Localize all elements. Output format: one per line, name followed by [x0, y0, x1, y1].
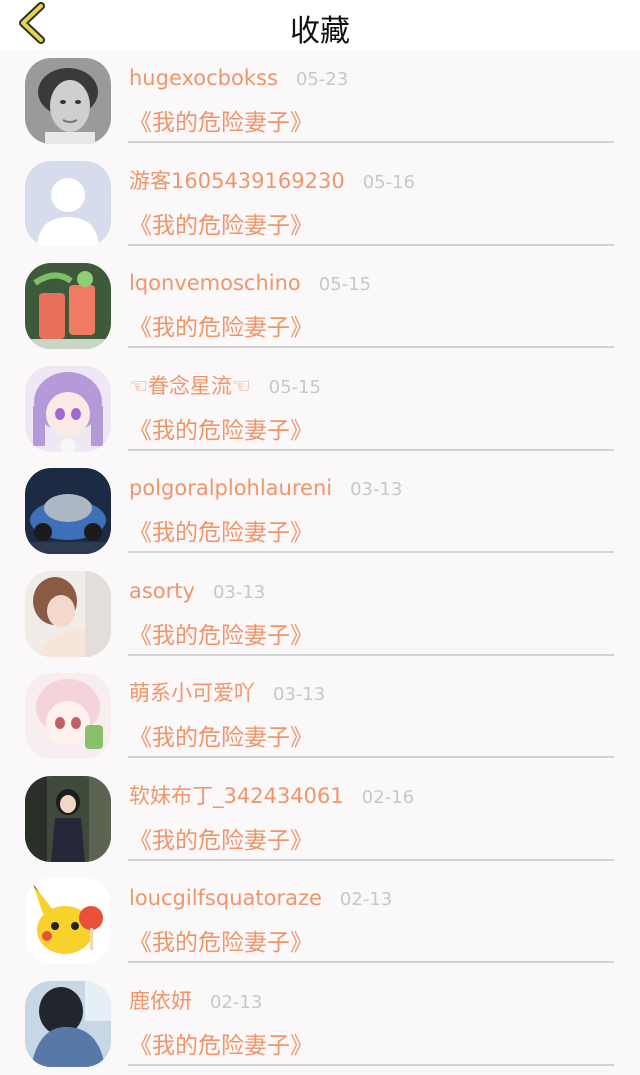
username[interactable]: ☜眷念星流☜	[129, 371, 251, 401]
username[interactable]: hugexocbokss	[129, 63, 278, 93]
username[interactable]: loucgilfsquatoraze	[129, 883, 322, 913]
divider	[128, 961, 614, 963]
user-info: loucgilfsquatoraze 02-13	[129, 883, 392, 915]
avatar[interactable]	[25, 673, 111, 759]
date-label: 03-13	[273, 680, 325, 710]
avatar[interactable]	[25, 58, 111, 144]
work-title-link[interactable]: 《我的危险妻子》	[129, 1031, 313, 1061]
list-item[interactable]: hugexocbokss 05-23 《我的危险妻子》	[0, 50, 640, 153]
work-title-link[interactable]: 《我的危险妻子》	[129, 826, 313, 856]
user-info: 鹿依妍 02-13	[129, 986, 262, 1018]
date-label: 03-13	[213, 578, 265, 608]
divider	[128, 141, 614, 143]
divider	[128, 654, 614, 656]
date-label: 02-13	[340, 885, 392, 915]
avatar[interactable]	[25, 571, 111, 657]
username[interactable]: 游客1605439169230	[129, 166, 345, 196]
work-title-link[interactable]: 《我的危险妻子》	[129, 416, 313, 446]
list-item[interactable]: 鹿依妍 02-13 《我的危险妻子》	[0, 973, 640, 1075]
username[interactable]: polgoralplohlaureni	[129, 473, 332, 503]
user-info: 萌系小可爱吖 03-13	[129, 678, 325, 710]
user-info: lqonvemoschino 05-15	[129, 268, 371, 300]
list-item[interactable]: polgoralplohlaureni 03-13 《我的危险妻子》	[0, 460, 640, 563]
divider	[128, 756, 614, 758]
favorites-list: hugexocbokss 05-23 《我的危险妻子》 游客1605439169…	[0, 50, 640, 1075]
list-item[interactable]: ☜眷念星流☜ 05-15 《我的危险妻子》	[0, 358, 640, 461]
date-label: 05-23	[296, 65, 348, 95]
avatar[interactable]	[25, 776, 111, 862]
work-title-link[interactable]: 《我的危险妻子》	[129, 211, 313, 241]
list-item[interactable]: 软妹布丁_342434061 02-16 《我的危险妻子》	[0, 768, 640, 871]
divider	[128, 346, 614, 348]
avatar[interactable]	[25, 981, 111, 1067]
list-item[interactable]: asorty 03-13 《我的危险妻子》	[0, 563, 640, 666]
date-label: 02-16	[362, 783, 414, 813]
user-info: asorty 03-13	[129, 576, 265, 608]
date-label: 05-16	[363, 168, 415, 198]
nav-bar: 收藏	[0, 0, 640, 50]
list-item[interactable]: 游客1605439169230 05-16 《我的危险妻子》	[0, 153, 640, 256]
avatar[interactable]	[25, 878, 111, 964]
list-item[interactable]: loucgilfsquatoraze 02-13 《我的危险妻子》	[0, 870, 640, 973]
divider	[128, 449, 614, 451]
avatar[interactable]	[25, 161, 111, 247]
date-label: 05-15	[319, 270, 371, 300]
username[interactable]: 鹿依妍	[129, 986, 192, 1016]
list-item[interactable]: lqonvemoschino 05-15 《我的危险妻子》	[0, 255, 640, 358]
work-title-link[interactable]: 《我的危险妻子》	[129, 723, 313, 753]
date-label: 02-13	[210, 988, 262, 1018]
user-info: polgoralplohlaureni 03-13	[129, 473, 402, 505]
work-title-link[interactable]: 《我的危险妻子》	[129, 621, 313, 651]
avatar[interactable]	[25, 468, 111, 554]
username[interactable]: lqonvemoschino	[129, 268, 301, 298]
date-label: 05-15	[269, 373, 321, 403]
list-item[interactable]: 萌系小可爱吖 03-13 《我的危险妻子》	[0, 665, 640, 768]
work-title-link[interactable]: 《我的危险妻子》	[129, 928, 313, 958]
username[interactable]: 软妹布丁_342434061	[129, 781, 344, 811]
user-info: hugexocbokss 05-23	[129, 63, 348, 95]
divider	[128, 859, 614, 861]
username[interactable]: 萌系小可爱吖	[129, 678, 255, 708]
user-info: ☜眷念星流☜ 05-15	[129, 371, 321, 403]
work-title-link[interactable]: 《我的危险妻子》	[129, 108, 313, 138]
user-info: 软妹布丁_342434061 02-16	[129, 781, 414, 813]
avatar[interactable]	[25, 366, 111, 452]
avatar[interactable]	[25, 263, 111, 349]
username[interactable]: asorty	[129, 576, 195, 606]
work-title-link[interactable]: 《我的危险妻子》	[129, 313, 313, 343]
user-info: 游客1605439169230 05-16	[129, 166, 415, 198]
date-label: 03-13	[350, 475, 402, 505]
divider	[128, 244, 614, 246]
divider	[128, 551, 614, 553]
work-title-link[interactable]: 《我的危险妻子》	[129, 518, 313, 548]
page-title: 收藏	[0, 12, 640, 52]
